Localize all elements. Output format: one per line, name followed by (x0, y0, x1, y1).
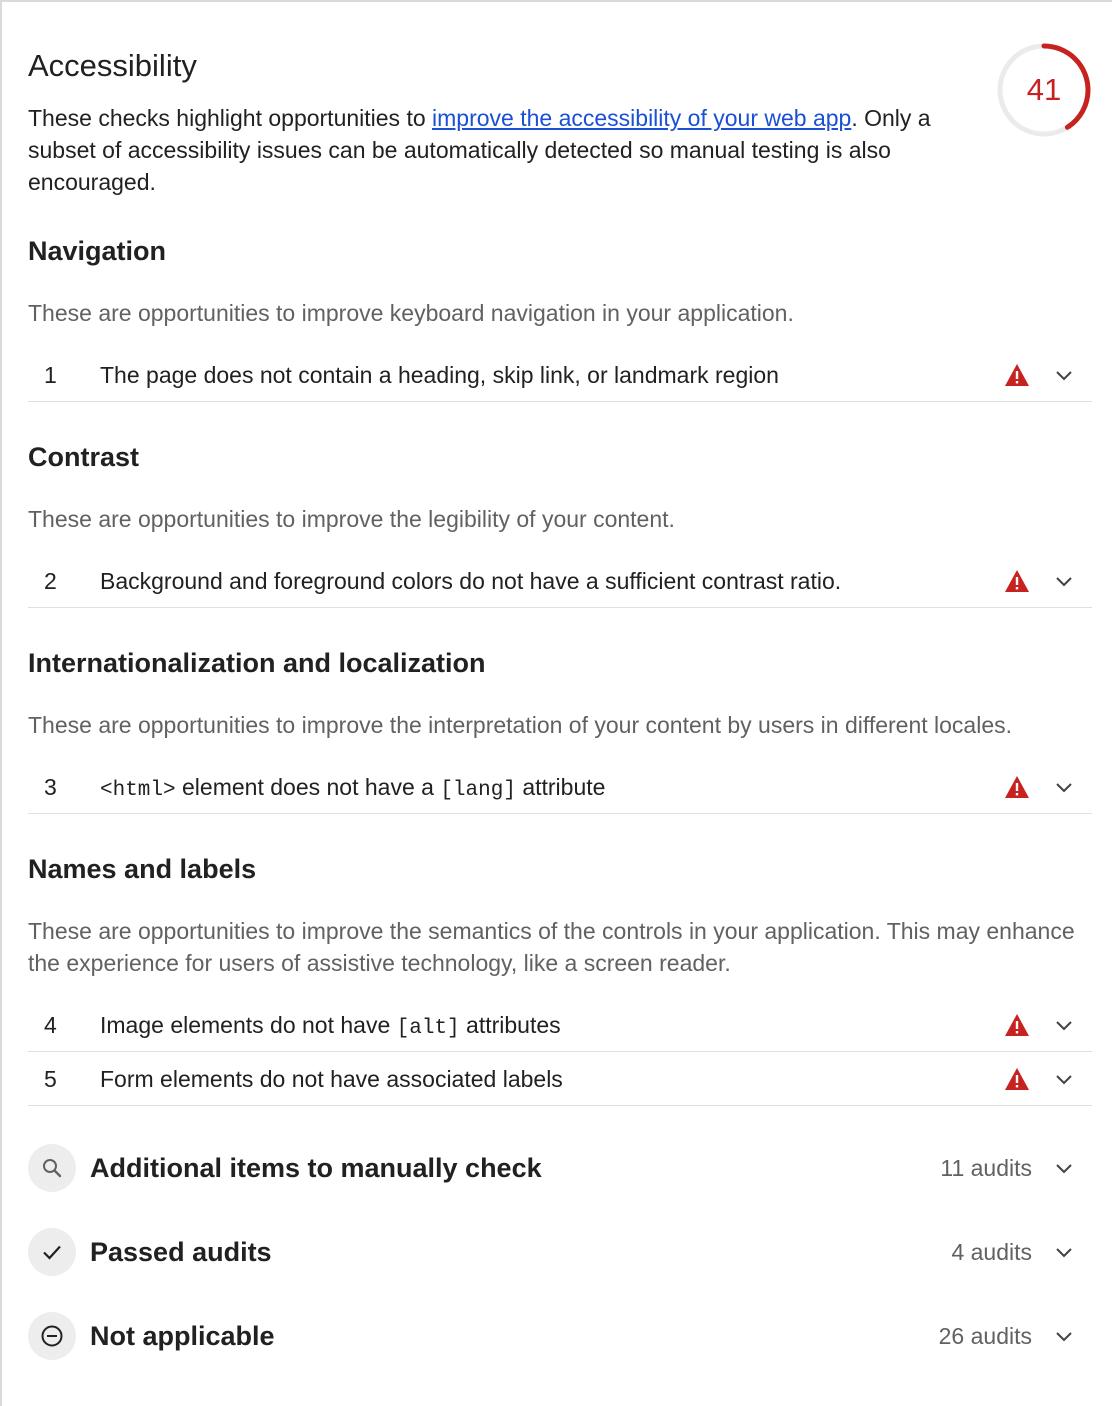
audit-number: 4 (44, 1012, 57, 1038)
audit-number: 1 (44, 362, 57, 388)
warning-triangle-icon (1005, 1068, 1029, 1090)
warning-triangle-icon (1005, 364, 1029, 386)
audit-title: The page does not contain a heading, ski… (100, 362, 779, 388)
group-title: Internationalization and localization (28, 648, 486, 678)
code-alt-attribute: [alt] (396, 1017, 460, 1040)
audit-item[interactable]: 3 <html> element does not have a [lang] … (28, 760, 1092, 814)
audit-item[interactable]: 5 Form elements do not have associated l… (28, 1052, 1092, 1106)
category-description: These checks highlight opportunities to … (28, 102, 978, 198)
chevron-down-icon[interactable] (1054, 777, 1074, 797)
search-icon (28, 1144, 76, 1192)
audit-title: Image elements do not have [alt] attribu… (100, 998, 561, 1056)
audit-count: 4 audits (951, 1239, 1032, 1265)
audit-title: <html> element does not have a [lang] at… (100, 760, 605, 818)
audit-item[interactable]: 1 The page does not contain a heading, s… (28, 348, 1092, 402)
audit-number: 5 (44, 1066, 57, 1092)
manual-checks-toggle[interactable]: Additional items to manually check 11 au… (28, 1140, 1092, 1196)
code-lang-attribute: [lang] (440, 779, 516, 802)
not-applicable-toggle[interactable]: Not applicable 26 audits (28, 1308, 1092, 1364)
chevron-down-icon[interactable] (1054, 1158, 1074, 1178)
chevron-down-icon[interactable] (1054, 1069, 1074, 1089)
chevron-down-icon[interactable] (1054, 365, 1074, 385)
group-title: Contrast (28, 442, 140, 472)
audit-number: 2 (44, 568, 57, 594)
audit-item[interactable]: 2 Background and foreground colors do no… (28, 554, 1092, 608)
group-names-and-labels: Names and labels These are opportunities… (28, 854, 1092, 979)
warning-triangle-icon (1005, 776, 1029, 798)
audit-count: 26 audits (938, 1323, 1032, 1349)
summary-title: Additional items to manually check (90, 1153, 542, 1183)
checkmark-icon (28, 1228, 76, 1276)
category-title: Accessibility (28, 48, 197, 83)
audit-title-text: attributes (459, 1012, 561, 1038)
audit-title: Background and foreground colors do not … (100, 568, 842, 594)
group-description: These are opportunities to improve keybo… (28, 300, 794, 326)
chevron-down-icon[interactable] (1054, 571, 1074, 591)
group-title: Navigation (28, 236, 167, 266)
summary-title: Passed audits (90, 1237, 272, 1267)
summary-title: Not applicable (90, 1321, 275, 1351)
score-value: 41 (1026, 72, 1062, 107)
group-contrast: Contrast These are opportunities to impr… (28, 442, 1092, 535)
accessibility-docs-link[interactable]: improve the accessibility of your web ap… (432, 105, 851, 131)
chevron-down-icon[interactable] (1054, 1242, 1074, 1262)
passed-audits-toggle[interactable]: Passed audits 4 audits (28, 1224, 1092, 1280)
group-description: These are opportunities to improve the i… (28, 712, 1013, 738)
description-text: These checks highlight opportunities to (28, 105, 433, 131)
code-html-element: <html> (100, 779, 176, 802)
chevron-down-icon[interactable] (1054, 1326, 1074, 1346)
accessibility-report-panel: Accessibility These checks highlight opp… (0, 0, 1112, 1406)
audit-title-text: element does not have a (175, 774, 441, 800)
audit-title-text: Image elements do not have (100, 1012, 397, 1038)
group-internationalization: Internationalization and localization Th… (28, 648, 1092, 741)
warning-triangle-icon (1005, 1014, 1029, 1036)
group-title: Names and labels (28, 854, 257, 884)
chevron-down-icon[interactable] (1054, 1015, 1074, 1035)
audit-number: 3 (44, 774, 57, 800)
score-gauge: 41 (996, 42, 1092, 138)
group-description: These are opportunities to improve the s… (28, 918, 1075, 976)
group-description: These are opportunities to improve the l… (28, 506, 675, 532)
audit-title: Form elements do not have associated lab… (100, 1066, 563, 1092)
minus-circle-icon (28, 1312, 76, 1360)
group-navigation: Navigation These are opportunities to im… (28, 236, 1092, 329)
audit-item[interactable]: 4 Image elements do not have [alt] attri… (28, 998, 1092, 1052)
audit-title-text: attribute (515, 774, 606, 800)
warning-triangle-icon (1005, 570, 1029, 592)
audit-count: 11 audits (940, 1155, 1032, 1181)
